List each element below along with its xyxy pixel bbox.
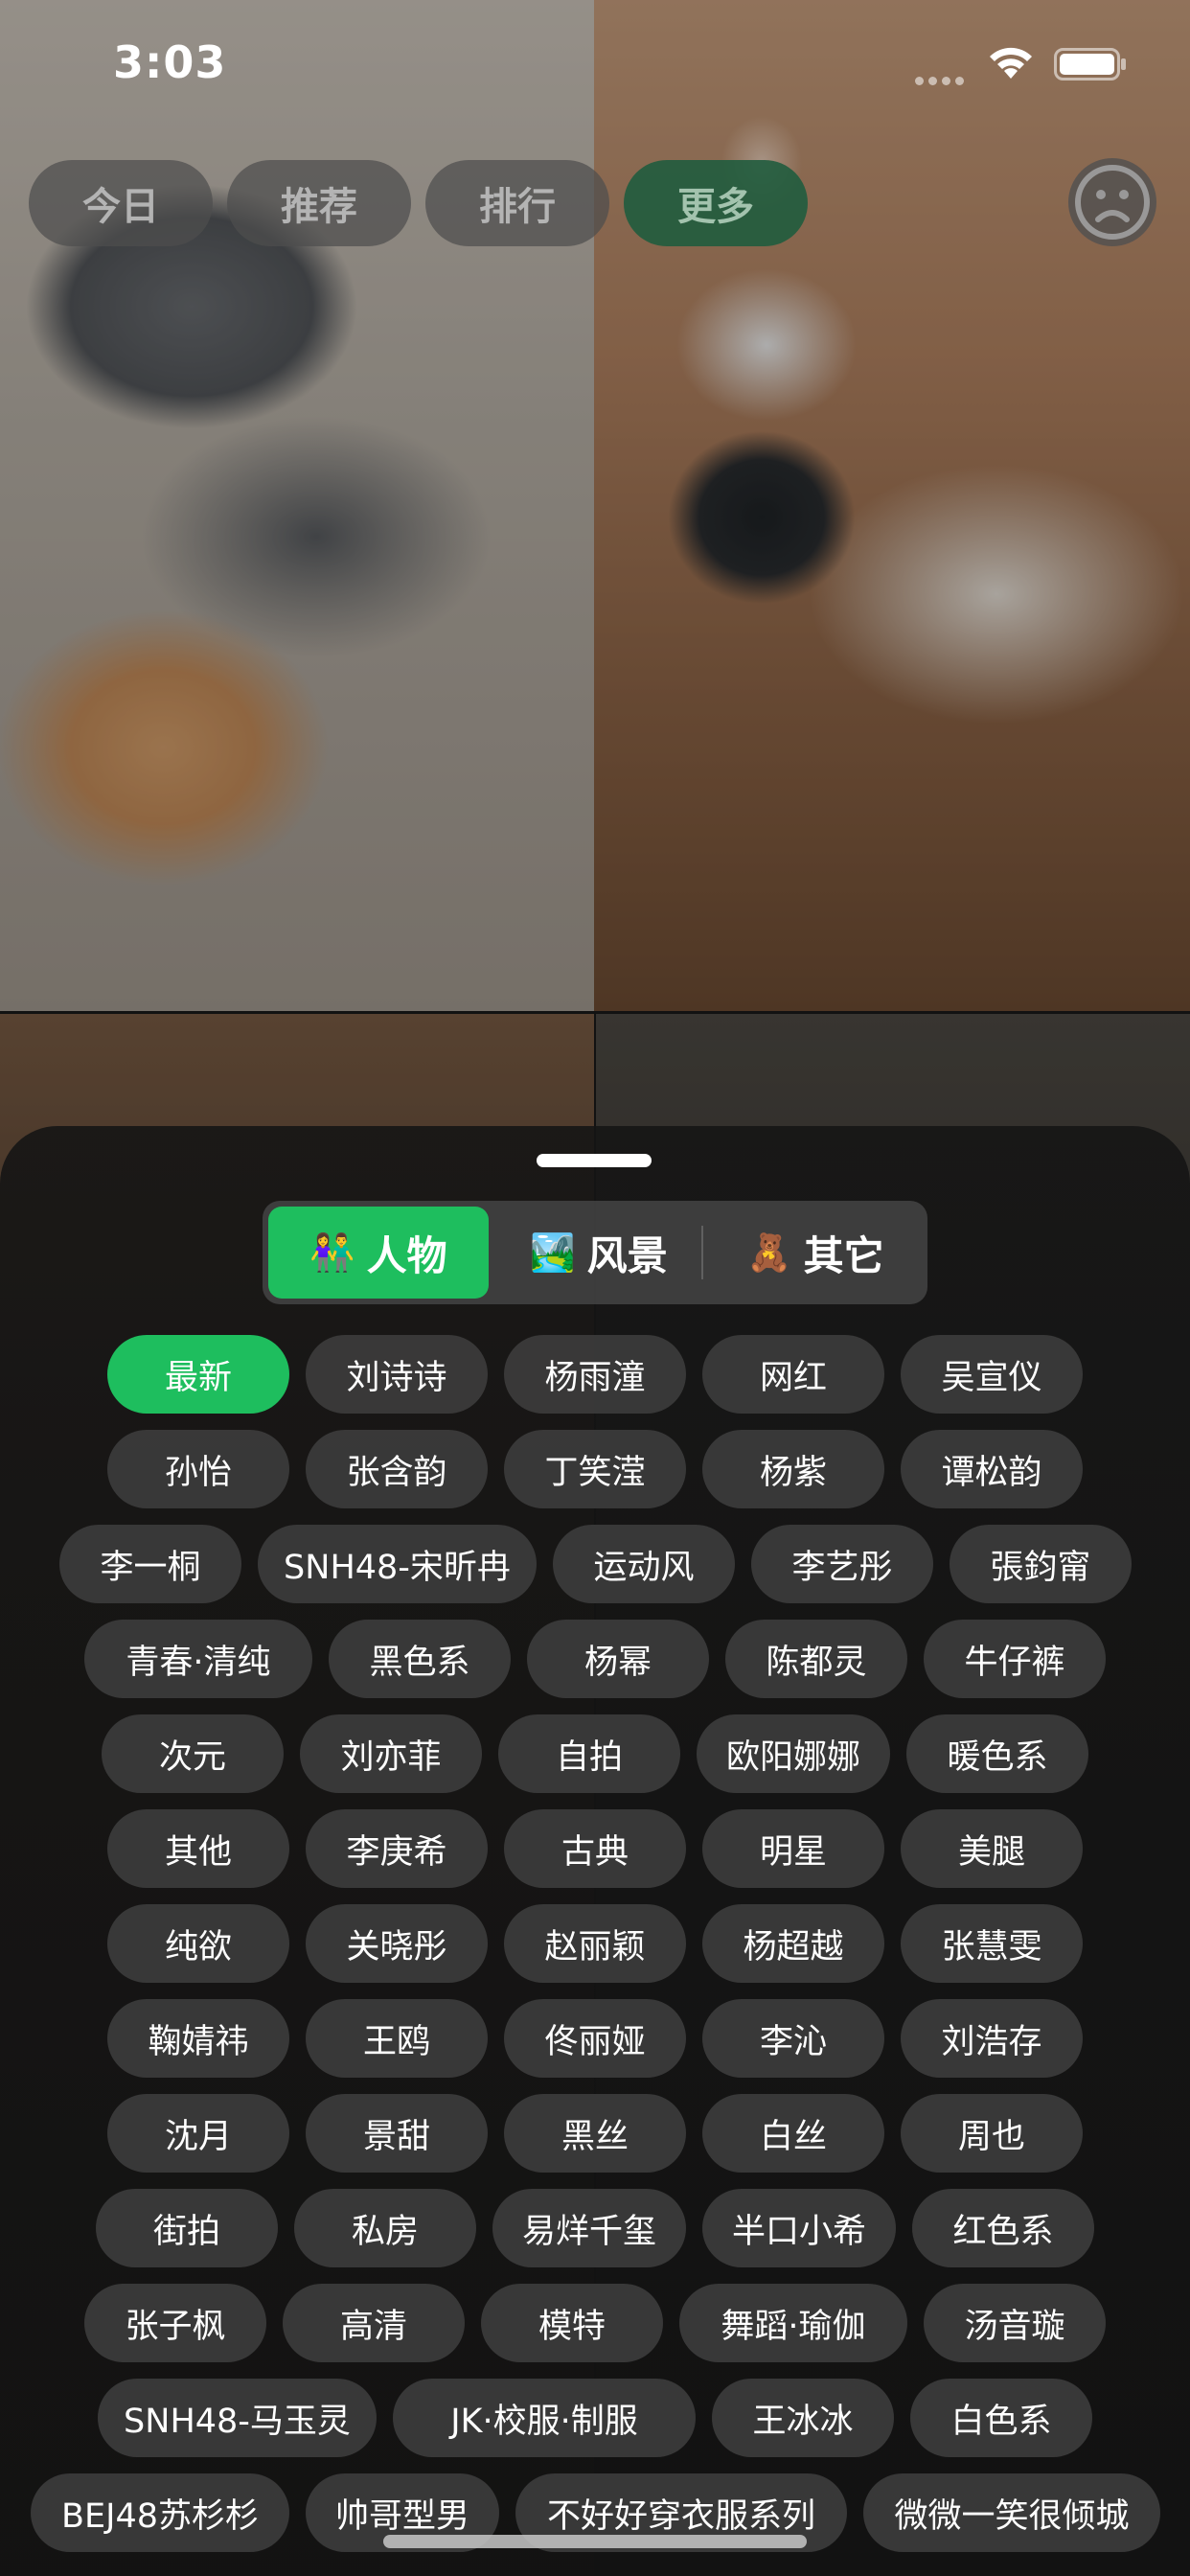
segment-divider <box>701 1226 703 1279</box>
tag-chip[interactable]: 王冰冰 <box>712 2379 894 2457</box>
tag-chip[interactable]: 丁笑滢 <box>504 1430 686 1508</box>
tag-chip[interactable]: 次元 <box>102 1714 284 1793</box>
tag-chip[interactable]: 私房 <box>294 2189 476 2267</box>
tag-chip[interactable]: BEJ48苏杉杉 <box>31 2473 289 2552</box>
tag-chip[interactable]: 其他 <box>107 1809 289 1888</box>
tag-chip[interactable]: 景甜 <box>306 2094 488 2173</box>
tag-chip[interactable]: 孙怡 <box>107 1430 289 1508</box>
tag-chip[interactable]: 陈都灵 <box>725 1620 907 1698</box>
tab-ranking[interactable]: 排行 <box>425 160 609 246</box>
tag-chip[interactable]: 刘浩存 <box>901 1999 1083 2078</box>
tag-chip[interactable]: 高清 <box>283 2284 465 2362</box>
tag-chip[interactable]: 李艺彤 <box>751 1525 933 1603</box>
tag-chip[interactable]: 网红 <box>702 1335 884 1414</box>
tag-chip[interactable]: 牛仔裤 <box>924 1620 1106 1698</box>
tag-chip[interactable]: 古典 <box>504 1809 686 1888</box>
tag-chip[interactable]: 沈月 <box>107 2094 289 2173</box>
tag-chip[interactable]: 微微一笑很倾城 <box>863 2473 1160 2552</box>
tag-chip[interactable]: 关晓彤 <box>306 1904 488 1983</box>
tag-chip[interactable]: 白丝 <box>702 2094 884 2173</box>
tag-chip[interactable]: 易烊千玺 <box>492 2189 686 2267</box>
tag-chip[interactable]: 周也 <box>901 2094 1083 2173</box>
category-sheet: 👫 人物 🏞️ 风景 🧸 其它 最新 刘诗诗 杨雨潼 网红 吴宣仪孙怡 张含韵 丁笑滢 杨紫谭… <box>0 1126 1190 2576</box>
teddy-bear-icon: 🧸 <box>746 1230 792 1274</box>
tag-chip[interactable]: 街拍 <box>96 2189 278 2267</box>
tag-chip[interactable]: 张慧雯 <box>901 1904 1083 1983</box>
tag-chip[interactable]: 模特 <box>481 2284 663 2362</box>
home-indicator <box>383 2535 807 2548</box>
segment-label: 人物 <box>366 1231 447 1279</box>
status-bar: 3:03 <box>0 0 1190 129</box>
segment-other[interactable]: 🧸 其它 <box>705 1207 926 1299</box>
tag-chip[interactable]: 美腿 <box>901 1809 1083 1888</box>
tag-chip[interactable]: 半口小希 <box>702 2189 896 2267</box>
tag-chip[interactable]: 杨雨潼 <box>504 1335 686 1414</box>
tag-chip[interactable]: SNH48-马玉灵 <box>98 2379 377 2457</box>
category-segmented-control: 👫 人物 🏞️ 风景 🧸 其它 <box>263 1201 927 1304</box>
status-time: 3:03 <box>113 36 227 88</box>
tag-chip[interactable]: 杨超越 <box>702 1904 884 1983</box>
tag-chip[interactable]: SNH48-宋昕冉 <box>258 1525 537 1603</box>
tag-chip[interactable]: JK·校服·制服 <box>393 2379 696 2457</box>
tab-today[interactable]: 今日 <box>29 160 213 246</box>
cellular-signal-icon <box>915 71 973 85</box>
tag-chip[interactable]: 张含韵 <box>306 1430 488 1508</box>
segment-label: 其它 <box>803 1231 884 1279</box>
tag-chip[interactable]: 暖色系 <box>906 1714 1088 1793</box>
sad-face-icon[interactable] <box>1066 156 1158 248</box>
tab-more[interactable]: 更多 <box>624 160 808 246</box>
tag-chip[interactable]: 青春·清纯 <box>84 1620 312 1698</box>
tag-chip[interactable]: 杨紫 <box>702 1430 884 1508</box>
tag-chip[interactable]: 杨幂 <box>527 1620 709 1698</box>
tag-chip[interactable]: 明星 <box>702 1809 884 1888</box>
tag-chip[interactable]: 王鸥 <box>306 1999 488 2078</box>
app-screen: 3:03 今日 推荐 排行 更多 👫 人物 🏞️ 风景 🧸 其它 最新 刘诗诗 … <box>0 0 1190 2576</box>
tag-chip[interactable]: 红色系 <box>912 2189 1094 2267</box>
segment-label: 风景 <box>586 1231 668 1279</box>
tag-chip[interactable]: 李一桐 <box>59 1525 241 1603</box>
tag-chip[interactable]: 汤音璇 <box>924 2284 1106 2362</box>
landscape-icon: 🏞️ <box>530 1230 576 1274</box>
tag-chip[interactable]: 张子枫 <box>84 2284 266 2362</box>
tag-chip[interactable]: 李沁 <box>702 1999 884 2078</box>
segment-people[interactable]: 👫 人物 <box>268 1207 489 1299</box>
tag-chip[interactable]: 赵丽颖 <box>504 1904 686 1983</box>
segment-scenery[interactable]: 🏞️ 风景 <box>489 1207 709 1299</box>
tag-chip[interactable]: 自拍 <box>498 1714 680 1793</box>
tag-chip[interactable]: 黑丝 <box>504 2094 686 2173</box>
tag-chip[interactable]: 最新 <box>107 1335 289 1414</box>
tag-chip[interactable]: 李庚希 <box>306 1809 488 1888</box>
tag-chip[interactable]: 黑色系 <box>329 1620 511 1698</box>
people-icon: 👫 <box>309 1230 355 1274</box>
tag-chip[interactable]: 佟丽娅 <box>504 1999 686 2078</box>
wifi-icon <box>990 47 1032 79</box>
sheet-grabber[interactable] <box>537 1154 652 1167</box>
tag-chip[interactable]: 張鈞甯 <box>950 1525 1132 1603</box>
tag-chip[interactable]: 舞蹈·瑜伽 <box>679 2284 907 2362</box>
tag-chip[interactable]: 刘诗诗 <box>306 1335 488 1414</box>
tag-chip[interactable]: 纯欲 <box>107 1904 289 1983</box>
tab-recommend[interactable]: 推荐 <box>227 160 411 246</box>
tag-chip[interactable]: 白色系 <box>910 2379 1092 2457</box>
battery-icon <box>1054 48 1126 80</box>
tag-chip[interactable]: 鞠婧祎 <box>107 1999 289 2078</box>
tag-chip[interactable]: 运动风 <box>553 1525 735 1603</box>
tag-chip[interactable]: 刘亦菲 <box>300 1714 482 1793</box>
tag-chip[interactable]: 欧阳娜娜 <box>697 1714 890 1793</box>
tag-chip[interactable]: 吴宣仪 <box>901 1335 1083 1414</box>
tag-chip[interactable]: 谭松韵 <box>901 1430 1083 1508</box>
